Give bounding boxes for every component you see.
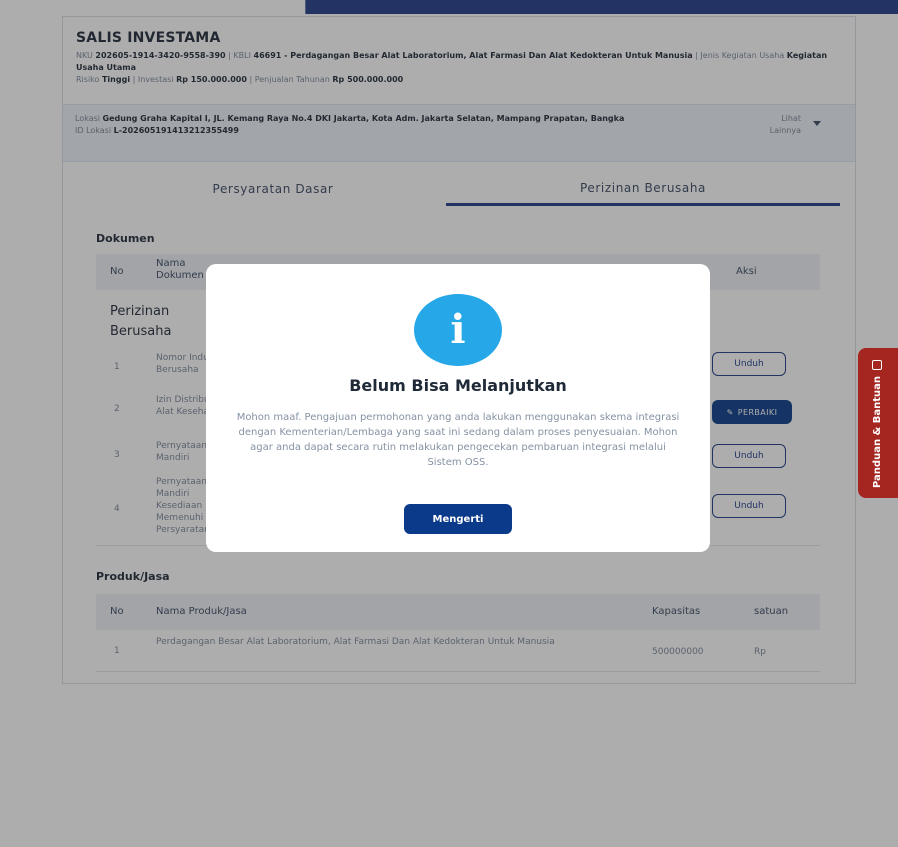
info-glyph: i [450, 306, 466, 353]
panduan-bantuan-label: Panduan & Bantuan [872, 375, 883, 488]
mengerti-button[interactable]: Mengerti [404, 504, 512, 534]
modal-title: Belum Bisa Melanjutkan [349, 376, 567, 395]
modal-message: Mohon maaf. Pengajuan permohonan yang an… [236, 412, 680, 468]
info-modal: i Belum Bisa Melanjutkan Mohon maaf. Pen… [206, 264, 710, 552]
page: SALIS INVESTAMA NKU 202605-1914-3420-955… [0, 0, 898, 847]
panduan-bantuan-tab[interactable]: Panduan & Bantuan [858, 348, 898, 498]
info-icon: i [414, 294, 502, 366]
